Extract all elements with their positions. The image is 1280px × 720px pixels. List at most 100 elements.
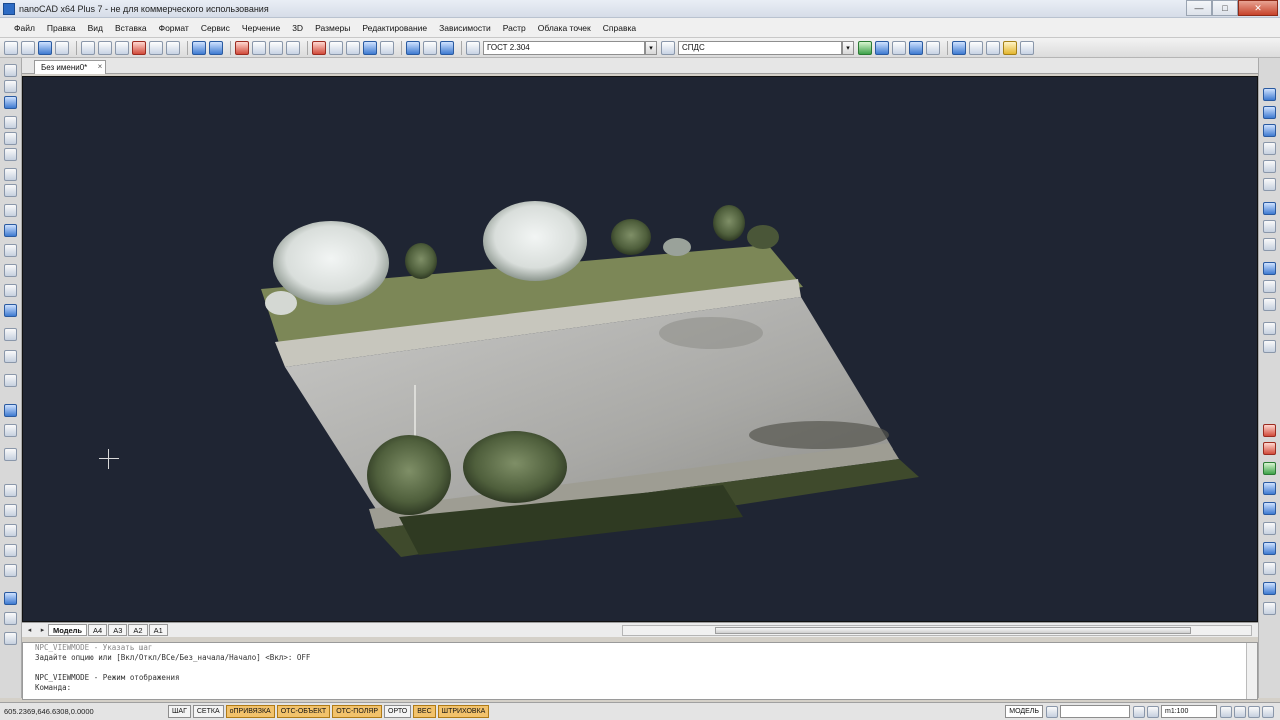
- cloud-section-icon[interactable]: [1263, 482, 1276, 495]
- tab-a3[interactable]: A3: [108, 624, 128, 636]
- polygon-icon[interactable]: [4, 204, 17, 217]
- spds-section-icon[interactable]: [969, 40, 983, 55]
- trim-icon[interactable]: [4, 592, 17, 605]
- extend-icon[interactable]: [4, 612, 17, 625]
- spline-icon[interactable]: [4, 184, 17, 197]
- tab-next-arrow-icon[interactable]: ▸: [37, 625, 48, 636]
- minimize-button[interactable]: —: [1186, 0, 1212, 16]
- menu-modify[interactable]: Редактирование: [356, 23, 433, 33]
- redo-icon[interactable]: [209, 40, 223, 55]
- text-style-icon[interactable]: [466, 40, 480, 55]
- tab-a1[interactable]: A1: [148, 624, 168, 636]
- menu-edit[interactable]: Правка: [41, 23, 82, 33]
- cloud-crop-icon[interactable]: [1263, 462, 1276, 475]
- snap-insertion-icon[interactable]: [1263, 220, 1276, 233]
- menu-insert[interactable]: Вставка: [109, 23, 153, 33]
- lineweight-toggle[interactable]: ВЕС: [413, 705, 436, 718]
- ellipse-icon[interactable]: [4, 168, 17, 181]
- grid-toggle[interactable]: СЕТКА: [192, 705, 224, 718]
- zoom-window-icon[interactable]: [269, 40, 283, 55]
- undo-icon[interactable]: [192, 40, 206, 55]
- explode-icon[interactable]: [4, 632, 17, 645]
- print-preview-icon[interactable]: [81, 40, 95, 55]
- mtext-icon[interactable]: [4, 374, 17, 387]
- arc-icon[interactable]: [4, 148, 17, 161]
- block-icon[interactable]: [4, 284, 17, 297]
- menu-service[interactable]: Сервис: [195, 23, 236, 33]
- spds-axis-icon[interactable]: [986, 40, 1000, 55]
- design-center-icon[interactable]: [329, 40, 343, 55]
- cloud-filter-icon[interactable]: [1263, 562, 1276, 575]
- snap-nearest-icon[interactable]: [1263, 280, 1276, 293]
- zoom-realtime-icon[interactable]: [252, 40, 266, 55]
- new-file-icon[interactable]: [4, 40, 18, 55]
- spds-mark-icon[interactable]: [926, 40, 940, 55]
- cloud-settings-icon[interactable]: [1263, 602, 1276, 615]
- pan-status-icon[interactable]: [1133, 705, 1145, 718]
- spds-format-icon[interactable]: [875, 40, 889, 55]
- drawing-scale-field[interactable]: m1:100: [1161, 705, 1217, 718]
- snap-perpendicular-icon[interactable]: [1263, 238, 1276, 251]
- tab-prev-arrow-icon[interactable]: ◂: [24, 625, 35, 636]
- calculator-icon[interactable]: [380, 40, 394, 55]
- menu-constraints[interactable]: Зависимости: [433, 23, 497, 33]
- menu-raster[interactable]: Растр: [497, 23, 532, 33]
- tab-a2[interactable]: A2: [128, 624, 148, 636]
- snap-toggle[interactable]: ШАГ: [168, 705, 191, 718]
- annotation-scale-select[interactable]: [1060, 705, 1130, 718]
- polar-toggle[interactable]: ОТС-ПОЛЯР: [332, 705, 383, 718]
- document-tab[interactable]: Без имени0* ×: [34, 60, 107, 74]
- export-icon[interactable]: [115, 40, 129, 55]
- otrack-toggle[interactable]: ОТС-ОБЪЕКТ: [276, 705, 331, 718]
- spds-table-icon[interactable]: [892, 40, 906, 55]
- close-button[interactable]: ✕: [1238, 0, 1278, 16]
- menu-help[interactable]: Справка: [597, 23, 642, 33]
- snap-parallel-icon[interactable]: [1263, 298, 1276, 311]
- dimension-icon[interactable]: [4, 404, 17, 417]
- ray-icon[interactable]: [4, 80, 17, 93]
- menu-dimensions[interactable]: Размеры: [309, 23, 356, 33]
- dimension-style-select[interactable]: СПДС: [678, 40, 842, 55]
- model-space-button[interactable]: МОДЕЛЬ: [1005, 705, 1043, 718]
- text-icon[interactable]: [4, 350, 17, 363]
- hatch-icon[interactable]: [4, 224, 17, 237]
- cut-icon[interactable]: [132, 40, 146, 55]
- tool-palette-icon[interactable]: [346, 40, 360, 55]
- snap-quadrant-icon[interactable]: [1263, 160, 1276, 173]
- menu-point-clouds[interactable]: Облака точек: [532, 23, 597, 33]
- command-prompt[interactable]: Команда:: [23, 683, 1257, 693]
- spds-level-icon[interactable]: [952, 40, 966, 55]
- text-standard-select[interactable]: ГОСТ 2.304: [483, 40, 645, 55]
- snap-settings-icon[interactable]: [1263, 340, 1276, 353]
- workspace-icon[interactable]: [1220, 705, 1232, 718]
- spds-leader-icon[interactable]: [1003, 40, 1017, 55]
- snap-intersection-icon[interactable]: [1263, 178, 1276, 191]
- measure-icon[interactable]: [4, 448, 17, 461]
- scale-icon[interactable]: [4, 544, 17, 557]
- cloud-import-icon[interactable]: [1263, 424, 1276, 437]
- snap-midpoint-icon[interactable]: [1263, 106, 1276, 119]
- print-icon[interactable]: [55, 40, 69, 55]
- tab-model[interactable]: Модель: [48, 624, 88, 636]
- chevron-down-icon[interactable]: ▾: [842, 40, 854, 55]
- close-icon[interactable]: ×: [98, 62, 103, 71]
- save-icon[interactable]: [38, 40, 52, 55]
- cloud-export-icon[interactable]: [1263, 582, 1276, 595]
- paste-icon[interactable]: [166, 40, 180, 55]
- point-icon[interactable]: [4, 264, 17, 277]
- menu-draw[interactable]: Черчение: [236, 23, 286, 33]
- sheet-set-icon[interactable]: [406, 40, 420, 55]
- help-icon[interactable]: [440, 40, 454, 55]
- publish-icon[interactable]: [98, 40, 112, 55]
- menu-view[interactable]: Вид: [82, 23, 109, 33]
- isolate-icon[interactable]: [1248, 705, 1260, 718]
- lock-icon[interactable]: [1234, 705, 1246, 718]
- snap-center-icon[interactable]: [1263, 124, 1276, 137]
- osnap-toggle[interactable]: оПРИВЯЗКА: [225, 705, 275, 718]
- annotation-icon[interactable]: [1046, 705, 1058, 718]
- open-file-icon[interactable]: [21, 40, 35, 55]
- menu-format[interactable]: Формат: [153, 23, 195, 33]
- horizontal-scrollbar[interactable]: [622, 625, 1252, 636]
- line-icon[interactable]: [4, 64, 17, 77]
- spds-note-icon[interactable]: [909, 40, 923, 55]
